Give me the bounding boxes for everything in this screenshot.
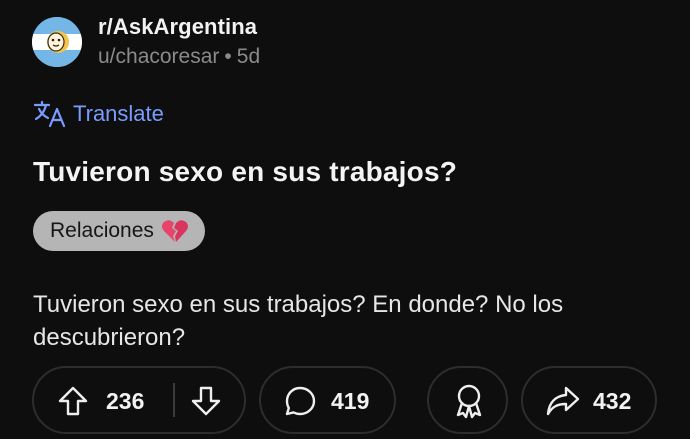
post-byline: u/chacoresar • 5d [98, 45, 260, 69]
post-header: r/AskArgentina u/chacoresar • 5d [32, 14, 260, 69]
broken-heart-icon [161, 220, 188, 242]
vote-divider [173, 383, 175, 417]
upvote-count: 236 [106, 388, 145, 414]
comments-button[interactable]: 419 [259, 366, 396, 434]
post-title: Tuvieron sexo en sus trabajos? [33, 156, 458, 187]
post-age: 5d [236, 45, 261, 69]
author-name[interactable]: u/chacoresar [98, 45, 219, 68]
post-body: Tuvieron sexo en sus trabajos? En donde?… [33, 291, 564, 351]
comment-count: 419 [331, 388, 370, 414]
award-button[interactable] [427, 366, 508, 434]
share-count: 432 [593, 388, 632, 414]
flair-label: Relaciones [50, 219, 154, 242]
share-arrow-icon [546, 386, 580, 416]
byline-separator: • [224, 45, 232, 69]
share-button[interactable]: 432 [521, 366, 657, 434]
downvote-arrow-icon[interactable] [189, 384, 223, 418]
translate-icon [33, 100, 66, 128]
subreddit-name[interactable]: r/AskArgentina [98, 14, 260, 39]
award-ribbon-icon [456, 384, 482, 419]
comment-bubble-icon [285, 386, 316, 416]
vote-pill: 236 [32, 366, 246, 434]
translate-button[interactable]: Translate [33, 100, 164, 128]
post-action-bar: 236 419 432 [0, 366, 690, 434]
argentina-flag-avatar-icon [32, 16, 82, 67]
subreddit-avatar[interactable] [32, 16, 82, 67]
upvote-arrow-icon[interactable] [56, 384, 90, 418]
translate-label: Translate [73, 101, 164, 126]
post-flair[interactable]: Relaciones [33, 211, 205, 251]
